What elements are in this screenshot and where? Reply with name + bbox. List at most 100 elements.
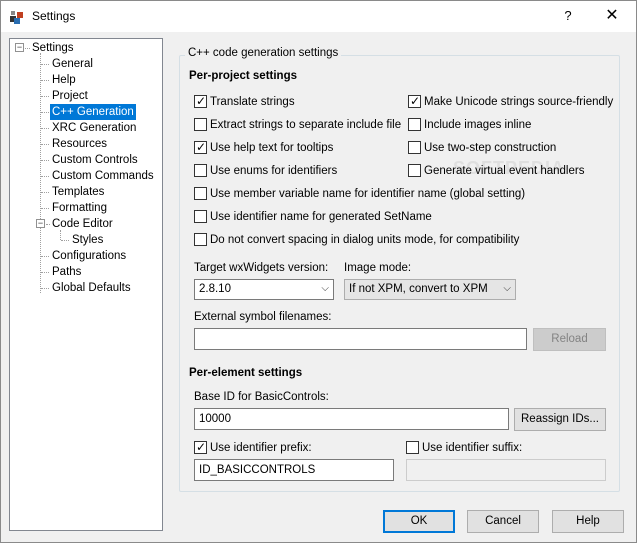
- help-text-tooltips-checkbox[interactable]: Use help text for tooltips: [194, 140, 394, 155]
- tree-item-custom-controls[interactable]: Custom Controls: [50, 152, 140, 168]
- collapse-icon[interactable]: −: [15, 43, 24, 52]
- unicode-source-friendly-checkbox[interactable]: Make Unicode strings source-friendly: [408, 94, 618, 109]
- checkbox-box[interactable]: [194, 233, 207, 246]
- tree-item-global-defaults[interactable]: Global Defaults: [50, 280, 133, 296]
- checkbox-label: Make Unicode strings source-friendly: [424, 96, 614, 108]
- suffix-input[interactable]: [406, 459, 606, 481]
- window-title: Settings: [32, 9, 76, 23]
- per-element-heading: Per-element settings: [189, 367, 303, 379]
- ok-button[interactable]: OK: [383, 510, 455, 533]
- checkbox-box[interactable]: [194, 118, 207, 131]
- image-mode-select[interactable]: If not XPM, convert to XPM ⌵: [344, 279, 516, 300]
- checkbox-box[interactable]: [408, 94, 421, 108]
- tree-item-paths[interactable]: Paths: [50, 264, 83, 280]
- target-version-select[interactable]: 2.8.10 ⌵: [194, 279, 334, 300]
- tree-connector: [41, 160, 49, 161]
- tree-item-templates[interactable]: Templates: [50, 184, 106, 200]
- checkbox-box[interactable]: [194, 187, 207, 200]
- checkbox-label: Do not convert spacing in dialog units m…: [210, 234, 520, 246]
- per-project-heading: Per-project settings: [189, 70, 297, 82]
- close-button[interactable]: ✕: [592, 3, 632, 29]
- chevron-down-icon: ⌵: [503, 283, 511, 294]
- target-version-label: Target wxWidgets version:: [194, 262, 329, 274]
- reload-button[interactable]: Reload: [533, 328, 606, 351]
- app-icon: [10, 11, 23, 24]
- chevron-down-icon: ⌵: [321, 283, 329, 294]
- checkbox-label: Translate strings: [210, 96, 295, 108]
- use-suffix-checkbox[interactable]: Use identifier suffix:: [406, 441, 606, 455]
- collapse-icon[interactable]: −: [36, 219, 45, 228]
- extract-strings-checkbox[interactable]: Extract strings to separate include file: [194, 118, 404, 132]
- identifier-setname-checkbox[interactable]: Use identifier name for generated SetNam…: [194, 210, 594, 224]
- tree-connector: [41, 176, 49, 177]
- checkbox-label: Use member variable name for identifier …: [210, 188, 526, 200]
- checkbox-label: Use enums for identifiers: [210, 165, 338, 177]
- tree-connector: [41, 192, 49, 193]
- checkbox-label: Include images inline: [424, 119, 532, 131]
- include-images-inline-checkbox[interactable]: Include images inline: [408, 118, 608, 132]
- checkbox-box[interactable]: [408, 118, 421, 131]
- tree-connector: [41, 208, 49, 209]
- image-mode-label: Image mode:: [344, 262, 412, 274]
- help-button[interactable]: Help: [552, 510, 624, 533]
- checkbox-box[interactable]: [408, 141, 421, 154]
- tree-connector: [41, 96, 49, 97]
- tree-connector: [41, 288, 49, 289]
- tree-item-general[interactable]: General: [50, 56, 95, 72]
- checkbox-label: Extract strings to separate include file: [210, 119, 402, 131]
- tree-connector: [61, 240, 69, 241]
- checkbox-label: Use identifier suffix:: [422, 442, 523, 454]
- tree-connector: [41, 128, 49, 129]
- checkbox-label: Use identifier prefix:: [210, 442, 312, 454]
- help-title-button[interactable]: ?: [554, 3, 582, 29]
- tree-item-custom-commands[interactable]: Custom Commands: [50, 168, 156, 184]
- checkbox-box[interactable]: [194, 94, 207, 108]
- checkbox-label: Use help text for tooltips: [210, 142, 334, 154]
- tree-item-cpp-generation[interactable]: C++ Generation: [50, 104, 136, 120]
- checkbox-box[interactable]: [194, 210, 207, 223]
- checkbox-box[interactable]: [194, 140, 207, 154]
- group-title: C++ code generation settings: [185, 47, 342, 59]
- checkbox-label: Use two-step construction: [424, 142, 557, 154]
- tree-item-help[interactable]: Help: [50, 72, 78, 88]
- member-variable-name-checkbox[interactable]: Use member variable name for identifier …: [194, 187, 594, 201]
- settings-dialog: Settings ? ✕ − Settings General Help Pro…: [0, 0, 637, 543]
- translate-strings-checkbox[interactable]: Translate strings: [194, 94, 394, 109]
- tree-item-formatting[interactable]: Formatting: [50, 200, 109, 216]
- tree-connector: [41, 64, 49, 65]
- two-step-construction-checkbox[interactable]: Use two-step construction: [408, 141, 608, 155]
- tree-connector: [41, 256, 49, 257]
- use-prefix-checkbox[interactable]: Use identifier prefix:: [194, 440, 394, 455]
- checkbox-box[interactable]: [408, 164, 421, 177]
- tree-connector: [41, 144, 49, 145]
- base-id-input[interactable]: 10000: [194, 408, 509, 430]
- checkbox-box[interactable]: [406, 441, 419, 454]
- tree-connector: [40, 53, 41, 293]
- reassign-ids-button[interactable]: Reassign IDs...: [514, 408, 606, 431]
- cancel-button[interactable]: Cancel: [467, 510, 539, 533]
- tree-item-settings[interactable]: Settings: [30, 40, 76, 56]
- checkbox-label: Use identifier name for generated SetNam…: [210, 211, 432, 223]
- tree-item-configurations[interactable]: Configurations: [50, 248, 128, 264]
- tree-connector: [41, 80, 49, 81]
- tree-connector: [41, 272, 49, 273]
- tree-item-resources[interactable]: Resources: [50, 136, 109, 152]
- virtual-event-handlers-checkbox[interactable]: Generate virtual event handlers: [408, 164, 608, 178]
- prefix-input[interactable]: ID_BASICCONTROLS: [194, 459, 394, 481]
- checkbox-box[interactable]: [194, 164, 207, 177]
- external-symbols-label: External symbol filenames:: [194, 311, 332, 323]
- image-mode-value: If not XPM, convert to XPM: [349, 283, 488, 295]
- tree-connector: [60, 230, 61, 240]
- checkbox-box[interactable]: [194, 440, 207, 454]
- tree-item-xrc-generation[interactable]: XRC Generation: [50, 120, 138, 136]
- enums-identifiers-checkbox[interactable]: Use enums for identifiers: [194, 164, 394, 178]
- tree-item-styles[interactable]: Styles: [70, 232, 105, 248]
- tree-item-project[interactable]: Project: [50, 88, 90, 104]
- title-bar[interactable]: Settings ? ✕: [1, 1, 636, 32]
- target-version-value: 2.8.10: [199, 283, 231, 295]
- base-id-label: Base ID for BasicControls:: [194, 391, 329, 403]
- settings-tree[interactable]: − Settings General Help Project C++ Gene…: [9, 38, 163, 531]
- external-symbols-input[interactable]: [194, 328, 527, 350]
- no-convert-spacing-checkbox[interactable]: Do not convert spacing in dialog units m…: [194, 233, 594, 247]
- tree-connector: [41, 112, 49, 113]
